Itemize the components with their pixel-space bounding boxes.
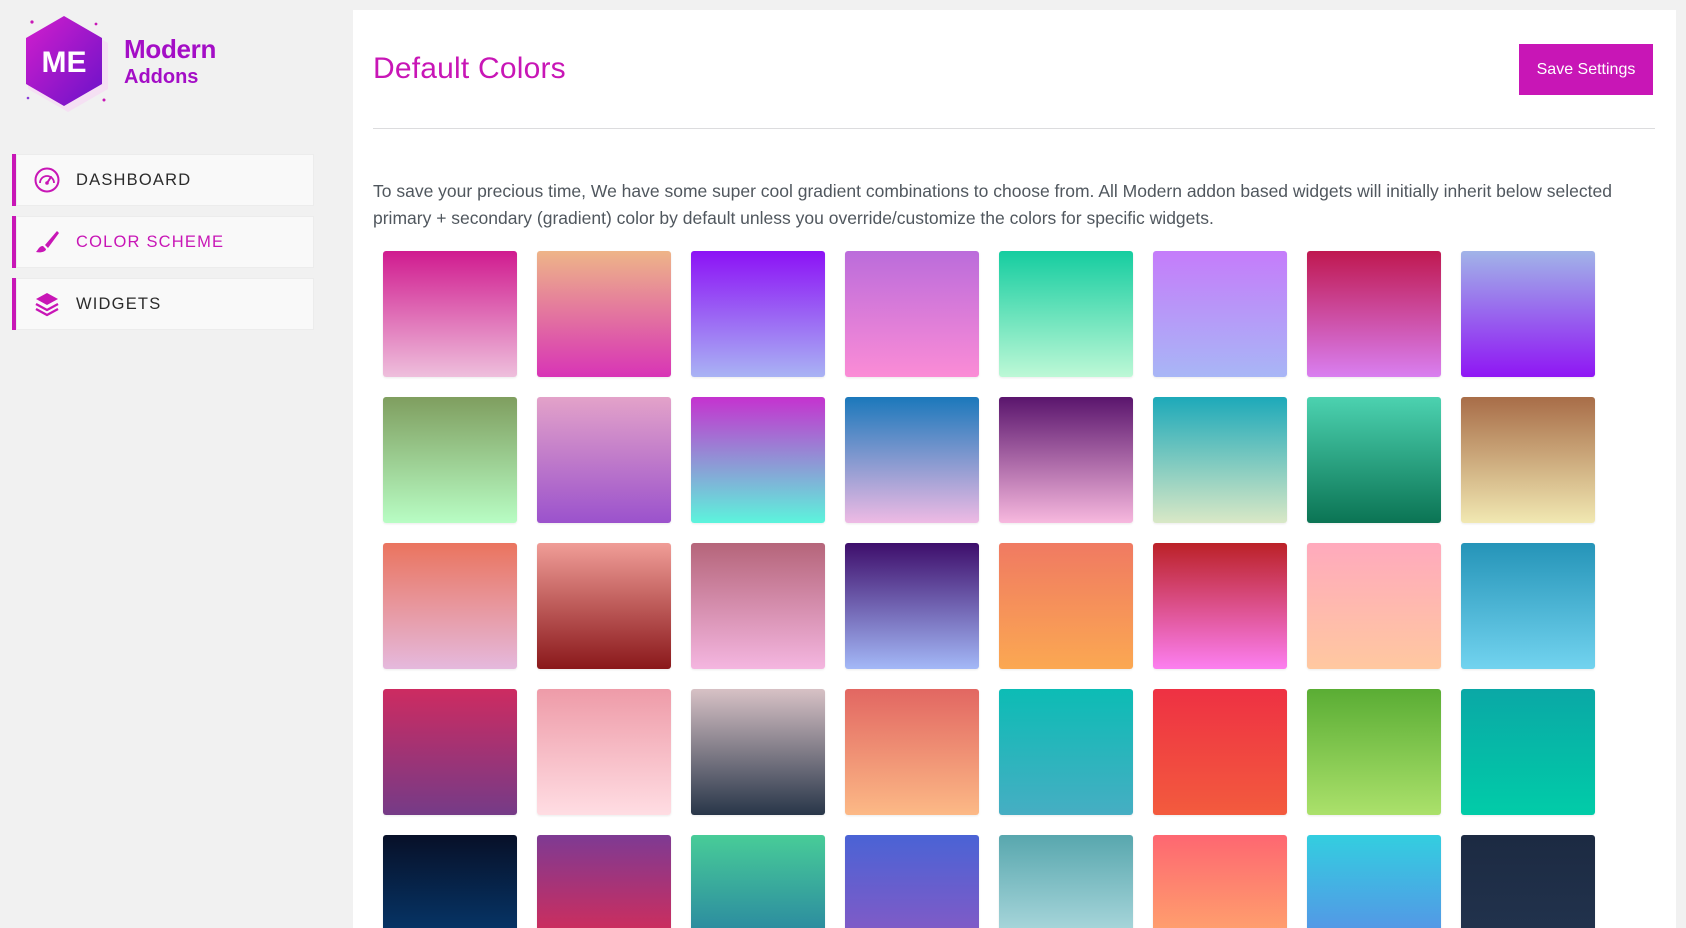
gradient-swatch[interactable] [383, 835, 517, 928]
gradient-swatch[interactable] [1307, 251, 1441, 377]
gradient-swatch[interactable] [691, 543, 825, 669]
gradient-swatch[interactable] [1153, 689, 1287, 815]
gradient-swatch[interactable] [999, 251, 1133, 377]
gradient-swatch[interactable] [1461, 543, 1595, 669]
gauge-icon [32, 165, 62, 195]
gradient-swatch[interactable] [383, 397, 517, 523]
gradient-swatch[interactable] [537, 251, 671, 377]
gradient-swatch[interactable] [845, 543, 979, 669]
gradient-swatch[interactable] [691, 689, 825, 815]
gradient-swatch[interactable] [1307, 835, 1441, 928]
sidebar-item-color-scheme[interactable]: COLOR SCHEME [12, 216, 314, 268]
gradient-swatch[interactable] [383, 251, 517, 377]
gradient-swatch[interactable] [999, 689, 1133, 815]
gradient-swatch[interactable] [537, 397, 671, 523]
sidebar-nav: DASHBOARD COLOR SCHEME WIDGETS [12, 154, 314, 340]
page-description: To save your precious time, We have some… [373, 181, 1612, 228]
brand-logo: ME Modern Addons [18, 14, 258, 114]
paint-brush-icon [32, 227, 62, 257]
gradient-swatch[interactable] [845, 689, 979, 815]
sidebar-item-dashboard[interactable]: DASHBOARD [12, 154, 314, 206]
gradient-swatch[interactable] [1153, 251, 1287, 377]
gradient-swatch[interactable] [845, 251, 979, 377]
save-settings-button[interactable]: Save Settings [1519, 44, 1653, 95]
gradient-swatch[interactable] [1153, 397, 1287, 523]
gradient-swatch[interactable] [691, 835, 825, 928]
gradient-swatch[interactable] [1307, 543, 1441, 669]
gradient-swatch[interactable] [999, 397, 1133, 523]
brand-name: Modern Addons [124, 36, 216, 87]
gradient-swatch[interactable] [1461, 251, 1595, 377]
sidebar-item-label: DASHBOARD [76, 170, 192, 189]
gradient-swatch[interactable] [537, 835, 671, 928]
gradient-swatch[interactable] [383, 543, 517, 669]
layers-icon [32, 289, 62, 319]
gradient-swatch[interactable] [845, 397, 979, 523]
gradient-swatch[interactable] [1153, 543, 1287, 669]
sidebar-item-label: COLOR SCHEME [76, 232, 225, 251]
gradient-swatch[interactable] [383, 689, 517, 815]
main-panel: Default Colors Save Settings To save you… [353, 10, 1676, 928]
brand-name-line1: Modern [124, 34, 217, 64]
gradient-swatch[interactable] [1461, 689, 1595, 815]
gradient-swatch[interactable] [1307, 689, 1441, 815]
modern-addons-logo-icon: ME [26, 16, 108, 112]
gradient-swatch[interactable] [999, 835, 1133, 928]
gradient-swatch[interactable] [1461, 397, 1595, 523]
sidebar-item-label: WIDGETS [76, 294, 162, 313]
gradient-swatch[interactable] [537, 543, 671, 669]
gradient-swatch[interactable] [1461, 835, 1595, 928]
gradient-swatch[interactable] [537, 689, 671, 815]
sidebar-item-widgets[interactable]: WIDGETS [12, 278, 314, 330]
logo-mark: ME [42, 46, 87, 79]
divider [373, 128, 1655, 129]
gradient-swatch[interactable] [691, 397, 825, 523]
gradient-swatch[interactable] [845, 835, 979, 928]
gradient-swatch[interactable] [1153, 835, 1287, 928]
gradient-swatch[interactable] [691, 251, 825, 377]
gradient-swatch[interactable] [1307, 397, 1441, 523]
brand-name-line2: Addons [124, 66, 199, 88]
page-title: Default Colors [373, 52, 566, 85]
gradient-swatch[interactable] [999, 543, 1133, 669]
